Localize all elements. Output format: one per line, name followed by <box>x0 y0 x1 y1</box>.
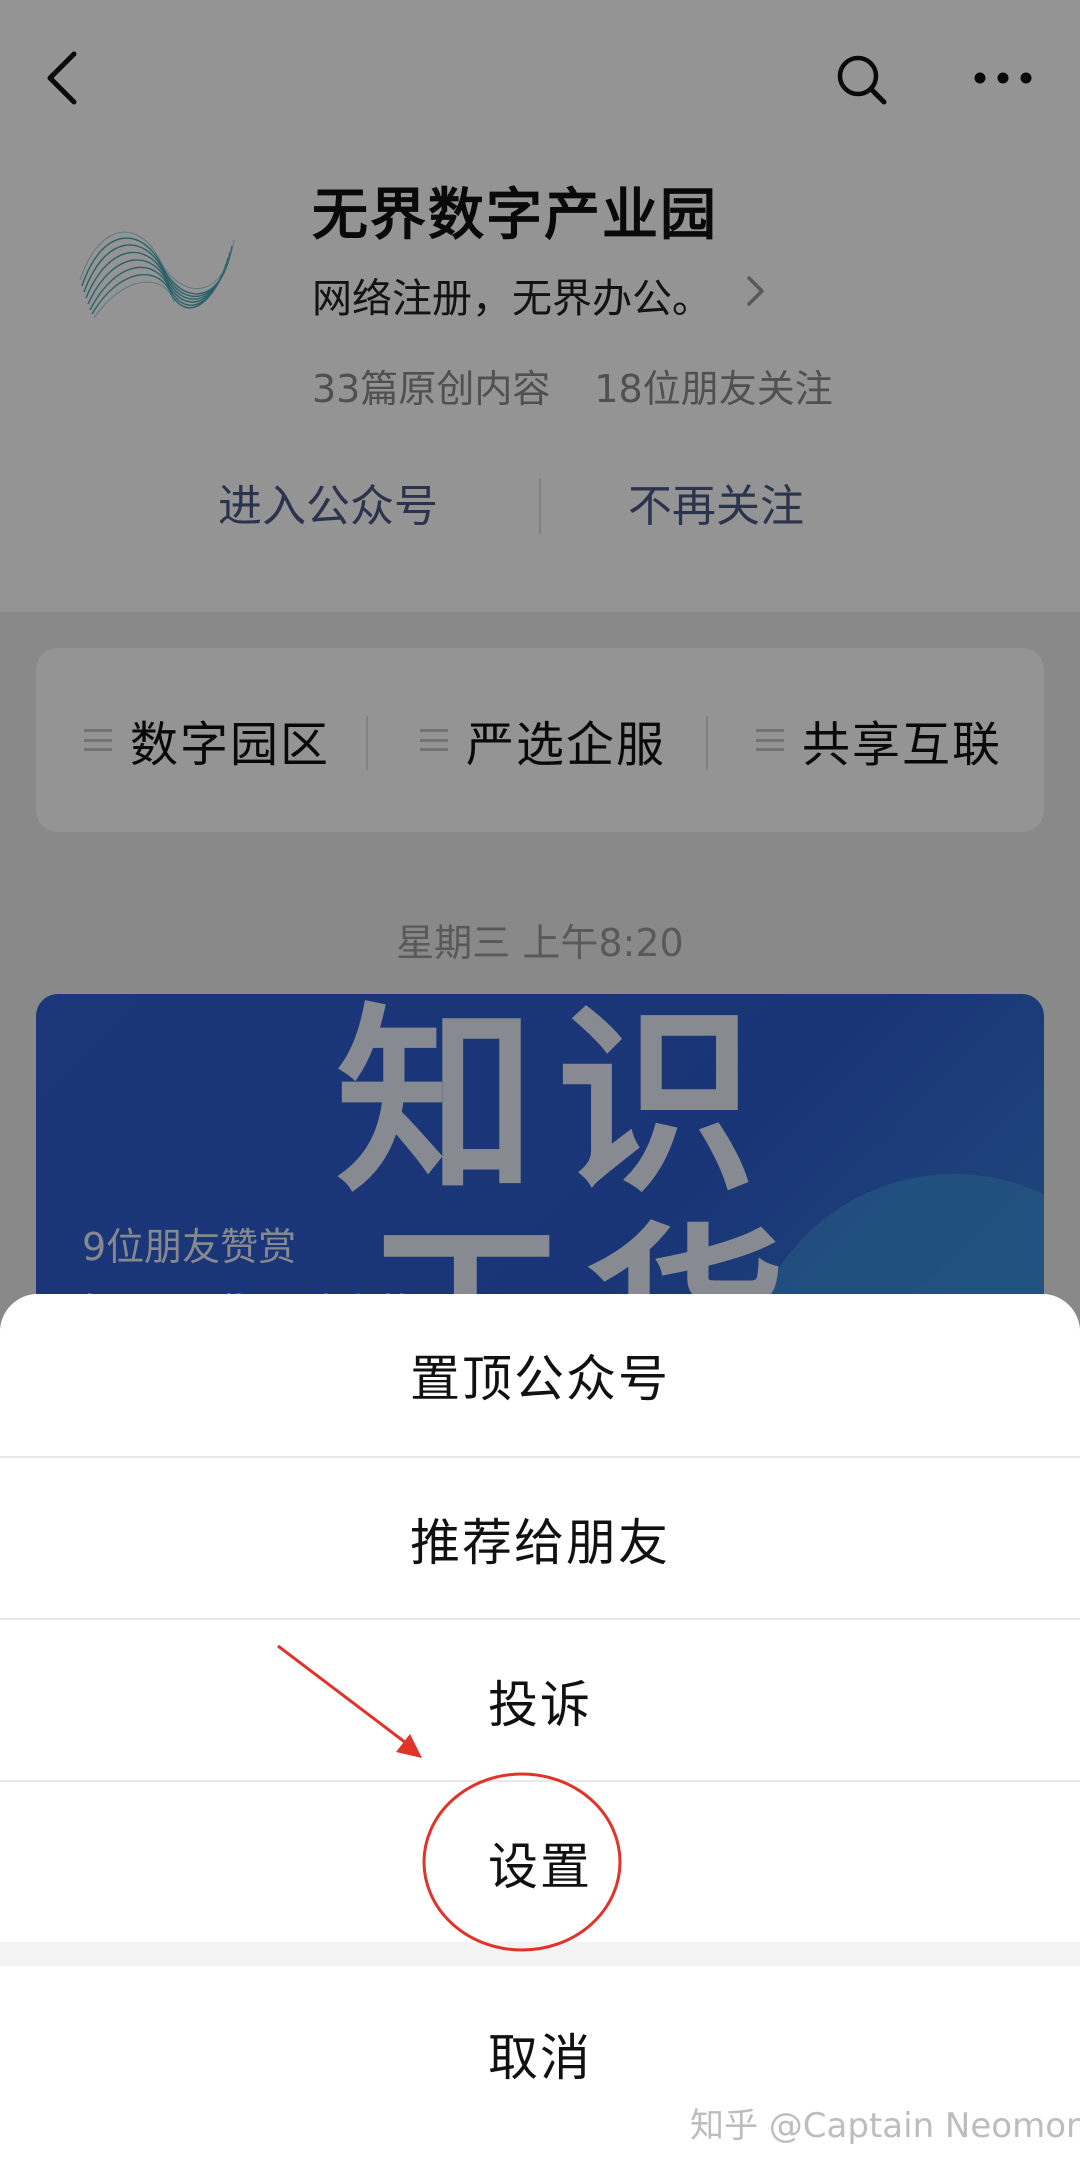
report-option[interactable]: 投诉 <box>0 1620 1080 1782</box>
action-sheet: 置顶公众号 推荐给朋友 投诉 设置 取消 <box>0 1294 1080 2172</box>
settings-option[interactable]: 设置 <box>0 1782 1080 1944</box>
recommend-to-friend-option[interactable]: 推荐给朋友 <box>0 1458 1080 1620</box>
watermark: 知乎 @Captain Neomore <box>690 2106 1080 2146</box>
pin-account-option[interactable]: 置顶公众号 <box>0 1294 1080 1456</box>
sheet-section-gap <box>0 1942 1080 1966</box>
